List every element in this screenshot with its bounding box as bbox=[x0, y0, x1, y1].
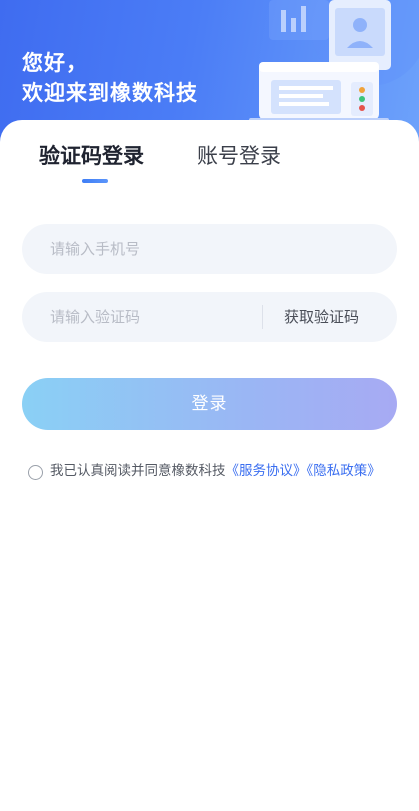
tab-active-indicator bbox=[82, 179, 108, 183]
greeting-line-2: 欢迎来到橡数科技 bbox=[22, 81, 198, 105]
service-agreement-link[interactable]: 《服务协议》 bbox=[226, 463, 307, 479]
login-page: 您好， 欢迎来到橡数科技 验证码登录 账号登录 请输入手机号 请输入验证码 获取… bbox=[0, 0, 419, 811]
login-tabs: 验证码登录 账号登录 bbox=[0, 142, 419, 192]
login-button[interactable]: 登录 bbox=[22, 378, 397, 430]
verification-code-input[interactable] bbox=[50, 292, 250, 342]
agreement-text: 我已认真阅读并同意橡数科技《服务协议》《隐私政策》 bbox=[50, 460, 395, 483]
agreement-prefix: 我已认真阅读并同意橡数科技 bbox=[50, 463, 226, 479]
phone-field bbox=[22, 224, 397, 274]
login-card: 验证码登录 账号登录 获取验证码 登录 我已认真阅读并同意橡数科技《服务协议》《… bbox=[0, 120, 419, 811]
agreement-checkbox[interactable] bbox=[28, 465, 43, 480]
field-divider bbox=[262, 305, 263, 329]
tab-sms-login[interactable]: 验证码登录 bbox=[39, 142, 144, 170]
phone-input[interactable] bbox=[50, 224, 370, 274]
code-field: 获取验证码 bbox=[22, 292, 397, 342]
greeting: 您好， 欢迎来到橡数科技 bbox=[22, 48, 198, 108]
privacy-policy-link[interactable]: 《隐私政策》 bbox=[307, 463, 381, 479]
get-code-button[interactable]: 获取验证码 bbox=[284, 292, 359, 342]
tab-account-login[interactable]: 账号登录 bbox=[197, 142, 281, 170]
greeting-line-1: 您好， bbox=[22, 51, 88, 75]
